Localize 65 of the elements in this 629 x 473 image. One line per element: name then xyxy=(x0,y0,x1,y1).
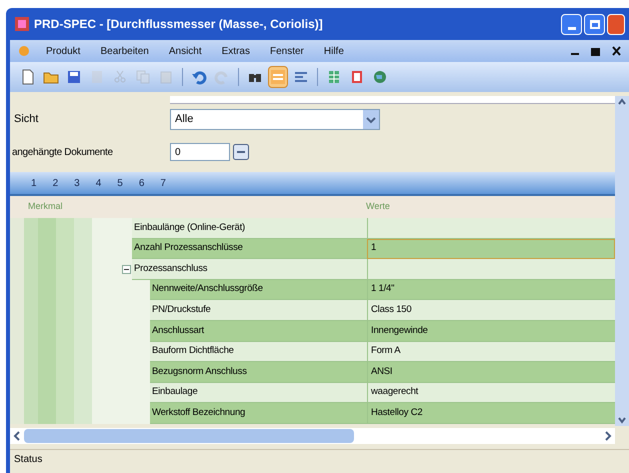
table-cell[interactable] xyxy=(367,218,615,239)
rows-icon xyxy=(270,69,286,85)
documents-field[interactable]: 0 xyxy=(170,143,230,161)
menu-item[interactable]: Fenster xyxy=(270,44,304,58)
table-cell[interactable]: Form A xyxy=(367,342,615,362)
field-label: angehängte Dokumente xyxy=(12,146,114,160)
table-cell[interactable]: Einbaulage xyxy=(150,382,367,404)
table-cell[interactable]: 1 xyxy=(367,238,615,260)
copy-icon xyxy=(135,69,151,85)
table-cell[interactable]: Prozessanschluss xyxy=(132,259,367,280)
table-cell[interactable]: Anschlussart xyxy=(150,320,367,342)
sheet-icon xyxy=(89,69,105,85)
tab[interactable]: 1 xyxy=(30,176,38,190)
undo-icon xyxy=(191,69,207,85)
menu-item[interactable]: Hilfe xyxy=(324,44,344,58)
close-icon[interactable] xyxy=(612,46,621,56)
table-cell[interactable]: Bauform Dichtfläche xyxy=(150,342,367,362)
ellipsis-button-icon[interactable] xyxy=(233,144,249,160)
tab[interactable]: 6 xyxy=(138,176,146,190)
scroll-thumb[interactable] xyxy=(24,429,354,443)
column-header: Merkmal xyxy=(27,200,64,214)
table-cell[interactable]: Class 150 xyxy=(367,300,615,321)
tab[interactable]: 4 xyxy=(94,176,102,190)
table-cell[interactable]: waagerecht xyxy=(367,382,615,404)
table-cell[interactable]: Werkstoff Bezeichnung xyxy=(150,403,367,424)
collapse-icon[interactable] xyxy=(122,264,130,274)
paste-icon xyxy=(158,69,174,85)
table-cell[interactable]: Bezugsnorm Anschluss xyxy=(150,362,367,383)
status-text: Status xyxy=(14,453,42,467)
view-dropdown[interactable]: Alle xyxy=(170,108,380,130)
tab[interactable]: 2 xyxy=(52,176,60,190)
window-title: PRD-SPEC - [Durchflussmesser (Masse-, Coriolis)] xyxy=(34,16,323,33)
scissors-icon xyxy=(112,69,128,85)
table-cell[interactable]: Einbaulänge (Online-Gerät) xyxy=(132,218,367,239)
table-icon xyxy=(326,69,342,85)
field-label: Sicht xyxy=(14,112,40,127)
table-cell[interactable]: Hastelloy C2 xyxy=(367,403,615,424)
table-cell[interactable]: PN/Druckstufe xyxy=(150,300,367,321)
close-button[interactable] xyxy=(607,14,625,34)
table-cell[interactable]: ANSI xyxy=(367,362,615,383)
maximize-button[interactable] xyxy=(584,14,605,34)
menu-item[interactable]: Ansicht xyxy=(168,44,202,58)
tab[interactable]: 7 xyxy=(159,176,167,190)
table-cell[interactable]: Innengewinde xyxy=(367,320,615,342)
document-icon xyxy=(20,69,36,85)
tab[interactable]: 3 xyxy=(73,176,81,190)
table-cell[interactable]: Anzahl Prozessanschlüsse xyxy=(132,238,367,260)
lines-icon xyxy=(293,69,309,85)
redo-icon xyxy=(214,69,230,85)
globe-icon xyxy=(372,69,388,85)
menu-item[interactable]: Produkt xyxy=(46,44,80,58)
vertical-scrollbar[interactable] xyxy=(615,96,629,426)
table-cell[interactable] xyxy=(367,259,615,280)
table-cell[interactable]: 1 1/4" xyxy=(367,280,615,300)
table-cell[interactable]: Nennweite/Anschlussgröße xyxy=(150,280,367,300)
horizontal-scrollbar[interactable] xyxy=(10,428,615,444)
app-icon xyxy=(14,16,30,32)
restore-icon[interactable] xyxy=(591,46,600,56)
book-icon xyxy=(349,69,365,85)
input-field[interactable] xyxy=(170,96,615,104)
tab[interactable]: 5 xyxy=(116,176,124,190)
menu-item[interactable]: Bearbeiten xyxy=(100,44,149,58)
minimize-button[interactable] xyxy=(561,14,582,34)
menu-item[interactable]: Extras xyxy=(222,44,250,58)
column-header: Werte xyxy=(365,200,390,214)
